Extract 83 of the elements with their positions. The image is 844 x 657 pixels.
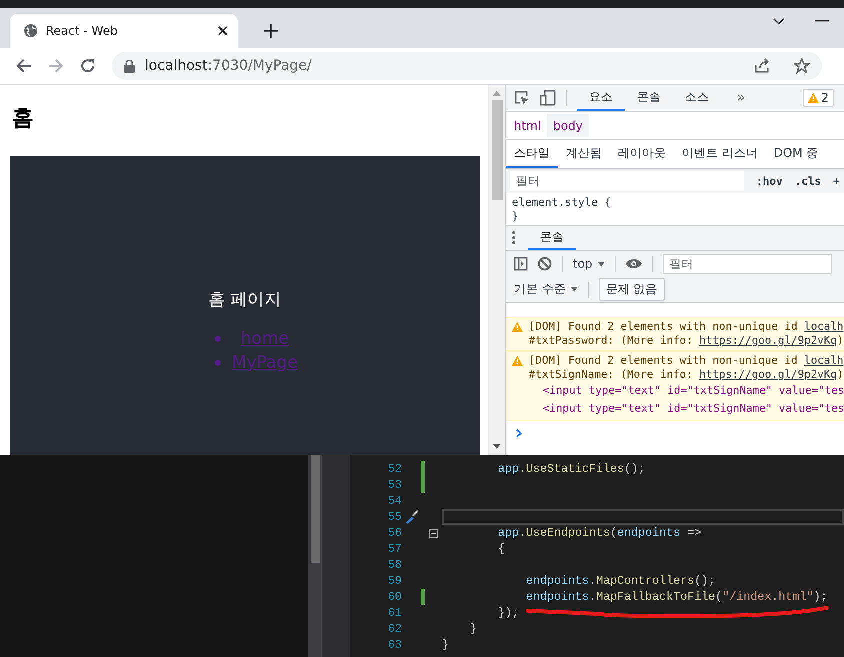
- close-icon[interactable]: [218, 26, 228, 36]
- bullet-icon: [215, 360, 221, 366]
- console-message: #txtSignName: (More info: https://goo.gl/9p2vKq): [529, 368, 844, 382]
- code-line: }: [442, 638, 450, 652]
- style-toggle-button[interactable]: +: [833, 174, 840, 188]
- breadcrumb[interactable]: body: [547, 114, 590, 138]
- element-reference[interactable]: <input type="text" id="txtSignName" value="tes: [529, 382, 844, 400]
- code-line: });: [497, 606, 520, 620]
- prompt-icon[interactable]: [516, 429, 522, 438]
- caret-icon: [598, 262, 605, 266]
- panel-tab[interactable]: DOM 중: [766, 140, 827, 168]
- element-reference[interactable]: <input type="text" id="txtSignName" value="tes: [529, 400, 844, 418]
- console-message: #txtPassword: (More info: https://goo.gl/9p2vKq): [529, 334, 844, 348]
- back-icon[interactable]: [16, 58, 32, 74]
- css-rule-line: }: [512, 210, 519, 224]
- share-icon[interactable]: [754, 58, 770, 74]
- line-number: 56: [386, 526, 403, 540]
- warning-icon: [512, 356, 523, 366]
- app-title: 홈 페이지: [208, 289, 282, 311]
- devtools-tab[interactable]: 콘솔: [625, 85, 673, 111]
- scrollbar-thumb[interactable]: [310, 455, 320, 563]
- line-number: 58: [386, 558, 403, 572]
- eye-icon[interactable]: [626, 259, 642, 269]
- code-line: endpoints.MapFallbackToFile("/index.html");: [525, 590, 828, 604]
- line-number: 53: [386, 478, 403, 492]
- line-number: 57: [386, 542, 403, 556]
- filter-field[interactable]: 필터: [510, 171, 744, 191]
- bullet-icon: [215, 336, 221, 342]
- devtools-tab[interactable]: 소스: [673, 85, 721, 111]
- clear-icon[interactable]: [538, 257, 552, 271]
- inspect-icon[interactable]: [514, 90, 530, 106]
- source-link[interactable]: localh: [804, 354, 844, 367]
- more-options-icon[interactable]: [512, 231, 516, 245]
- code-line: endpoints.MapControllers();: [525, 574, 716, 588]
- style-toggle-button[interactable]: .cls: [794, 174, 822, 188]
- browser-tab[interactable]: React - Web: [10, 14, 238, 48]
- star-icon[interactable]: [794, 58, 810, 74]
- info-link[interactable]: https://goo.gl/9p2vKq: [699, 334, 838, 347]
- screwdriver-icon[interactable]: [404, 509, 420, 525]
- line-number: 54: [386, 494, 403, 508]
- line-number: 62: [386, 622, 403, 636]
- line-number: 60: [386, 590, 403, 604]
- info-link[interactable]: https://goo.gl/9p2vKq: [699, 368, 838, 381]
- collapse-icon[interactable]: [429, 528, 438, 538]
- line-number: 63: [386, 638, 403, 652]
- console-message: [DOM] Found 2 elements with non-unique id localh: [529, 354, 844, 368]
- caret-icon: [570, 287, 578, 292]
- chevron-down-icon[interactable]: [773, 18, 785, 26]
- code-line: app.UseStaticFiles();: [497, 462, 646, 476]
- filter-field[interactable]: 필터: [662, 254, 832, 274]
- code-line: }: [469, 622, 478, 636]
- source-link[interactable]: localh: [804, 320, 844, 333]
- address-bar[interactable]: localhost:7030/MyPage/: [112, 52, 822, 80]
- warning-icon: [808, 93, 820, 103]
- page-heading: 홈: [11, 105, 35, 133]
- new-tab-icon[interactable]: [264, 24, 278, 38]
- scrollbar-thumb[interactable]: [492, 100, 502, 200]
- css-rule-line: element.style {: [512, 196, 612, 210]
- scroll-down-icon[interactable]: [493, 444, 501, 450]
- line-number: 59: [386, 574, 403, 588]
- device-icon[interactable]: [540, 90, 556, 106]
- devtools-tab[interactable]: 요소: [577, 85, 625, 111]
- console-message: [DOM] Found 2 elements with non-unique id localh: [529, 320, 844, 334]
- panel-tab[interactable]: 계산됨: [558, 140, 610, 168]
- code-line: app.UseEndpoints(endpoints =>: [497, 526, 702, 540]
- line-number: 61: [386, 606, 403, 620]
- panel-tab[interactable]: 이벤트 리스너: [674, 140, 766, 168]
- warning-icon: [512, 322, 523, 332]
- style-toggle-button[interactable]: :hov: [756, 174, 783, 188]
- issues-button[interactable]: 문제 없음: [598, 278, 665, 301]
- lock-icon: [124, 60, 135, 72]
- issues-badge[interactable]: 2: [803, 89, 834, 107]
- line-number: 55: [386, 510, 403, 524]
- context-select[interactable]: top: [573, 257, 605, 271]
- panel-tab[interactable]: 레이아웃: [610, 140, 674, 168]
- globe-icon: [24, 24, 38, 38]
- line-number: 52: [386, 462, 403, 476]
- sidebar-icon[interactable]: [514, 257, 528, 271]
- log-levels-select[interactable]: 기본 수준: [514, 281, 578, 298]
- reload-icon[interactable]: [80, 58, 96, 74]
- breadcrumb[interactable]: html: [508, 114, 548, 138]
- code-line: {: [497, 542, 506, 556]
- more-tabs-button[interactable]: »: [731, 90, 752, 106]
